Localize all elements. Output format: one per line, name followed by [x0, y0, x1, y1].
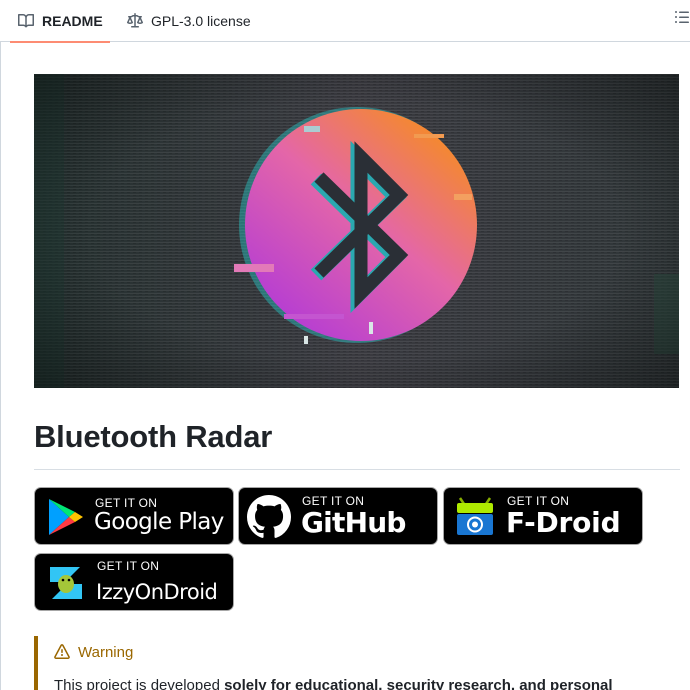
readme-title: Bluetooth Radar [34, 419, 273, 454]
alert-icon [54, 644, 70, 660]
title-divider [34, 469, 680, 470]
github-big: GitHub [301, 506, 406, 539]
github-badge[interactable]: GET IT ON GitHub [238, 487, 438, 545]
warning-title-label: Warning [78, 643, 134, 661]
scale-icon [127, 13, 143, 29]
izzyondroid-big: IzzyOnDroid [96, 580, 218, 604]
warning-text-start: This project is developed [54, 677, 225, 690]
izzyondroid-small: GET IT ON [97, 559, 160, 573]
list-unordered-icon [675, 11, 689, 23]
fdroid-badge[interactable]: GET IT ON F-Droid [443, 487, 643, 545]
fdroid-big: F-Droid [506, 506, 621, 539]
tab-readme[interactable]: README [10, 0, 110, 43]
banner-image [34, 74, 679, 388]
warning-alert-text: This project is developed solely for edu… [54, 677, 613, 690]
google-play-small: GET IT ON [95, 496, 158, 510]
book-icon [18, 13, 34, 29]
google-play-big: Google Play [94, 509, 224, 535]
google-play-badge[interactable]: GET IT ON Google Play [34, 487, 234, 545]
fdroid-icon [457, 497, 493, 535]
warning-alert-title: Warning [54, 642, 133, 662]
outline-button[interactable] [674, 9, 690, 25]
content-border [0, 42, 1, 690]
izzyondroid-icon [50, 567, 82, 599]
tab-license-label: GPL-3.0 license [151, 13, 251, 29]
readme-tabbar: README GPL-3.0 license [0, 0, 690, 43]
tab-readme-label: README [42, 13, 103, 29]
warning-alert-bar [34, 636, 38, 690]
warning-text-bold: solely for educational, security researc… [224, 677, 613, 690]
tab-license[interactable]: GPL-3.0 license [127, 0, 251, 42]
izzyondroid-badge[interactable]: GET IT ON IzzyOnDroid [34, 553, 234, 611]
google-play-icon [49, 499, 83, 535]
github-icon [247, 495, 291, 538]
